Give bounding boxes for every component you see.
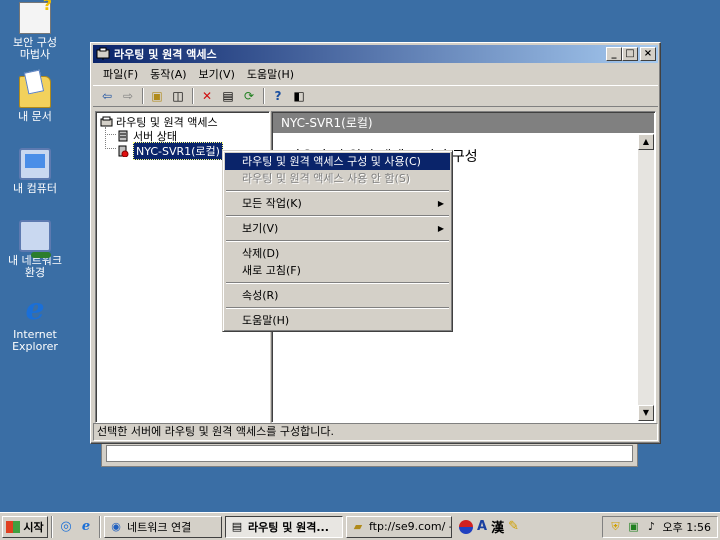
refresh-button[interactable]: ⟳ [239, 87, 259, 105]
internet-explorer-icon: e [25, 292, 45, 327]
delete-button[interactable]: ✕ [197, 87, 217, 105]
my-network-icon [19, 220, 51, 258]
minimize-button[interactable]: _ [606, 47, 622, 61]
ctx-configure-enable[interactable]: 라우팅 및 원격 액세스 구성 및 사용(C) [225, 153, 450, 170]
routing-root-icon [99, 116, 113, 128]
server-stopped-icon [116, 145, 130, 157]
menu-view[interactable]: 보기(V) [193, 66, 241, 82]
ctx-properties[interactable]: 속성(R) [225, 287, 450, 304]
ime-toolbar[interactable]: A 漢 ✎ [459, 517, 519, 536]
up-level-button[interactable]: ▣ [147, 87, 167, 105]
ctx-help[interactable]: 도움말(H) [225, 312, 450, 329]
forward-button[interactable]: ⇨ [118, 87, 138, 105]
show-hide-tree-button[interactable]: ◫ [168, 87, 188, 105]
properties-button[interactable]: ▤ [218, 87, 238, 105]
title-bar[interactable]: 라우팅 및 원격 액세스 _ □ × [93, 45, 658, 63]
menu-action[interactable]: 동작(A) [144, 66, 192, 82]
quicklaunch-explorer[interactable]: ◎ [56, 517, 76, 537]
folder-up-icon: ▣ [151, 89, 163, 103]
console-tree-icon: ◫ [172, 89, 184, 103]
submenu-arrow-icon: ▶ [437, 224, 444, 233]
ctx-view[interactable]: 보기(V) ▶ [225, 220, 450, 237]
ctx-delete[interactable]: 삭제(D) [225, 245, 450, 262]
window-title: 라우팅 및 원격 액세스 [114, 48, 217, 61]
desktop-icon-label: Internet Explorer [12, 328, 58, 353]
show-hide-action-pane-button[interactable]: ◧ [289, 87, 309, 105]
security-wizard-icon [19, 0, 52, 34]
volume-icon[interactable]: ♪ [645, 520, 659, 534]
status-bar: 선택한 서버에 라우팅 및 원격 액세스를 구성합니다. [93, 423, 658, 441]
routing-app-icon [96, 47, 110, 61]
close-button[interactable]: × [640, 47, 656, 61]
quicklaunch-ie[interactable]: e [76, 517, 96, 537]
clock[interactable]: 오후 1:56 [663, 519, 711, 535]
scroll-up-button[interactable]: ▲ [638, 134, 654, 150]
network-tray-icon[interactable]: ▣ [627, 520, 641, 534]
desktop-icon-security-wizard[interactable]: 보안 구성마법사 [0, 0, 70, 61]
menu-help[interactable]: 도움말(H) [241, 66, 300, 82]
desktop-icon-my-computer[interactable]: 내 컴퓨터 [0, 148, 70, 195]
ime-hanja-mode[interactable]: 漢 [491, 517, 504, 536]
task-network-connections[interactable]: ◉ 네트워크 연결 [104, 515, 222, 538]
routing-app-icon: ▤ [231, 520, 243, 533]
ime-korean-icon [459, 519, 473, 534]
menu-file[interactable]: 파일(F) [97, 66, 144, 82]
refresh-icon: ⟳ [243, 89, 255, 103]
ctx-disable: 라우팅 및 원격 액세스 사용 안 함(S) [242, 172, 411, 185]
maximize-button[interactable]: □ [622, 47, 638, 61]
internet-explorer-icon: e [81, 519, 91, 534]
server-status-icon [116, 130, 130, 142]
submenu-arrow-icon: ▶ [437, 199, 444, 208]
desktop-icon-label: 내 네트워크 환경 [7, 254, 63, 279]
background-window[interactable] [101, 440, 638, 467]
menu-bar: 파일(F) 동작(A) 보기(V) 도움말(H) [93, 65, 658, 83]
my-computer-icon [19, 148, 51, 180]
ime-tools-icon[interactable]: ✎ [508, 519, 519, 534]
ctx-all-tasks[interactable]: 모든 작업(K) ▶ [225, 195, 450, 212]
network-connections-icon: ◉ [111, 520, 121, 533]
properties-icon: ▤ [222, 89, 234, 103]
help-button[interactable]: ? [268, 87, 288, 105]
ime-alpha-mode[interactable]: A [477, 519, 487, 534]
task-routing-remote-access[interactable]: ▤ 라우팅 및 원격... [225, 515, 343, 538]
desktop-icon-internet-explorer[interactable]: e Internet Explorer [0, 294, 70, 353]
tree-item-nyc-svr1[interactable]: NYC-SVR1(로컬) [116, 142, 223, 160]
desktop-icon-label: 내 문서 [18, 110, 52, 123]
back-button[interactable]: ⇦ [97, 87, 117, 105]
desktop-icon-my-documents[interactable]: 내 문서 [0, 76, 70, 123]
scroll-down-button[interactable]: ▼ [638, 405, 654, 421]
result-pane-header: NYC-SVR1(로컬) [273, 113, 654, 133]
help-icon: ? [274, 89, 282, 103]
system-tray: ⛨ ▣ ♪ 오후 1:56 [601, 515, 718, 538]
desktop-icon-label: 보안 구성 마법사 [13, 36, 57, 61]
delete-x-icon: ✕ [201, 89, 213, 103]
windows-flag-icon [6, 520, 21, 533]
folder-icon: ▰ [353, 520, 363, 533]
arrow-right-icon: ⇨ [122, 89, 134, 103]
ctx-refresh[interactable]: 새로 고침(F) [225, 262, 450, 279]
tree-item-label: NYC-SVR1(로컬) [133, 142, 223, 160]
context-menu: 라우팅 및 원격 액세스 구성 및 사용(C) 라우팅 및 원격 액세스 사용 … [222, 150, 453, 332]
task-ftp-window[interactable]: ▰ ftp://se9.com/ -... [346, 515, 452, 538]
action-pane-icon: ◧ [293, 89, 305, 103]
desktop-icon-my-network[interactable]: 내 네트워크 환경 [0, 220, 70, 279]
arrow-left-icon: ⇦ [101, 89, 113, 103]
security-shield-icon[interactable]: ⛨ [609, 520, 623, 534]
toolbar: ⇦ ⇨ ▣ ◫ ✕ ▤ ⟳ ? ◧ [93, 85, 658, 107]
my-documents-icon [19, 76, 51, 108]
start-button[interactable]: 시작 [2, 515, 48, 538]
taskbar: 시작 ◎ e ◉ 네트워크 연결 ▤ 라우팅 및 원격... ▰ ftp://s… [0, 512, 720, 540]
vertical-scrollbar[interactable]: ▲ ▼ [638, 134, 654, 421]
explorer-icon: ◎ [60, 519, 72, 534]
desktop-icon-label: 내 컴퓨터 [13, 182, 57, 195]
